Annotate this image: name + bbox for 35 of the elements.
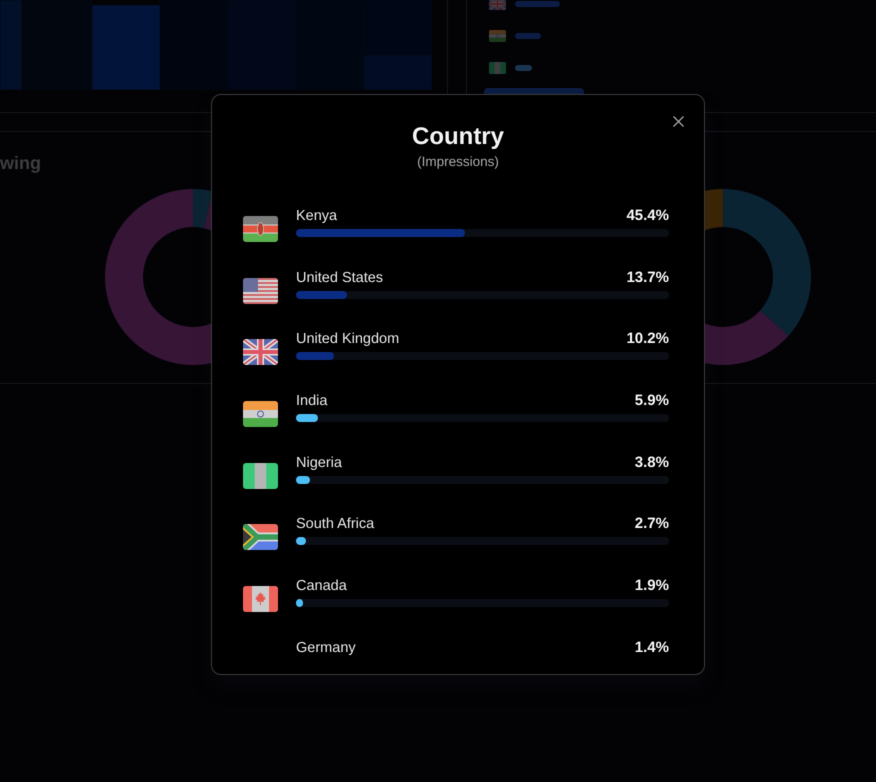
flag-icon — [489, 30, 506, 42]
country-name: India — [296, 392, 328, 410]
bar — [515, 1, 560, 7]
flag-icon — [243, 278, 278, 304]
flag-icon — [243, 400, 278, 427]
bar — [515, 33, 541, 39]
flag-icon — [243, 216, 278, 242]
flag-icon — [243, 339, 278, 366]
close-button[interactable] — [673, 116, 684, 127]
bar — [515, 65, 532, 71]
flag-icon — [489, 62, 506, 74]
percentage: 1.9% — [634, 576, 669, 595]
flag-icon — [243, 462, 278, 489]
modal-subtitle: (Impressions) — [417, 153, 499, 171]
country-name: Kenya — [296, 207, 338, 225]
percentage: 5.9% — [634, 392, 669, 410]
flag-icon — [243, 524, 278, 550]
country-name: United States — [296, 268, 384, 287]
percentage: 1.4% — [634, 638, 669, 657]
country-name: Canada — [296, 576, 347, 595]
country-name: Germany — [296, 638, 356, 657]
close-icon — [673, 116, 684, 127]
country-name: United Kingdom — [296, 330, 400, 348]
percentage: 10.2% — [626, 330, 669, 348]
country-name: South Africa — [296, 515, 374, 534]
percentage: 3.8% — [634, 454, 669, 472]
percentage: 2.7% — [634, 515, 669, 534]
modal-title: Country — [412, 122, 504, 152]
country-name: Nigeria — [296, 454, 342, 472]
flag-icon — [243, 586, 278, 612]
flag-icon — [489, 0, 506, 10]
card-heading: wing — [0, 152, 41, 174]
heatmap-cell — [364, 54, 432, 90]
percentage: 13.7% — [626, 268, 669, 287]
percentage: 45.4% — [626, 207, 669, 225]
